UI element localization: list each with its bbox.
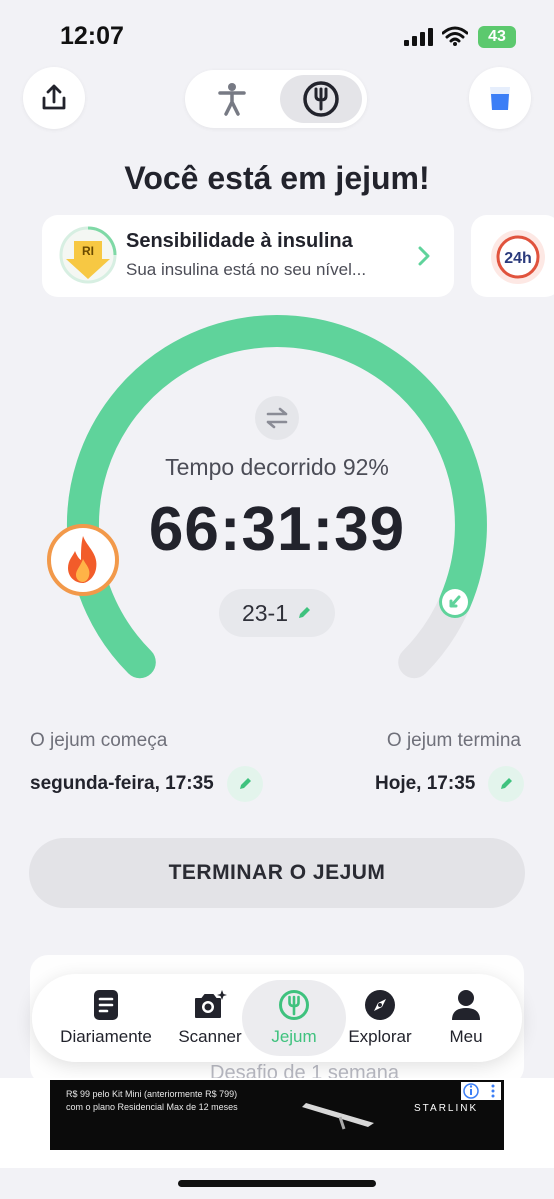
battery-icon: 43	[478, 26, 516, 48]
start-value: segunda-feira, 17:35	[30, 773, 214, 794]
insulin-icon: RI	[59, 226, 117, 284]
tab-label: Meu	[449, 1027, 483, 1046]
swap-icon	[266, 407, 288, 429]
status-time: 12:07	[60, 22, 124, 50]
edit-start-button[interactable]	[227, 766, 263, 802]
wifi-icon	[442, 26, 468, 46]
insight-subtitle: Sua insulina está no seu nível...	[126, 260, 367, 279]
share-button[interactable]	[23, 67, 85, 129]
start-label: O jejum começa	[30, 730, 168, 751]
ad-text: R$ 99 pelo Kit Mini (anteriormente R$ 79…	[66, 1088, 238, 1114]
dish-image	[302, 1103, 374, 1130]
pencil-icon	[501, 778, 512, 789]
tab-explore[interactable]: Explorar	[344, 974, 416, 1062]
chevron-right-icon	[418, 246, 430, 266]
edit-end-button[interactable]	[488, 766, 524, 802]
camera-icon	[195, 990, 227, 1018]
fasting-timer: 66:31:39	[148, 495, 406, 564]
fasting-plan-button[interactable]: 23-1	[219, 589, 335, 637]
share-icon	[42, 84, 66, 110]
ad-info-icon[interactable]	[461, 1082, 501, 1100]
ad-brand: STARLINK	[414, 1103, 479, 1114]
swap-button[interactable]	[255, 396, 299, 440]
fork-icon	[279, 990, 309, 1020]
page-title: Você está em jejum!	[124, 160, 430, 196]
mode-toggle	[185, 70, 367, 128]
person-activity-icon	[218, 83, 246, 116]
ring-end-marker	[442, 589, 468, 615]
tab-label: Jejum	[271, 1027, 317, 1046]
home-indicator	[178, 1180, 376, 1187]
tab-fasting[interactable]: Jejum	[252, 974, 336, 1062]
24h-icon: 24h	[491, 230, 545, 284]
24h-icon-text: 24h	[504, 250, 532, 267]
ad-line-2: com o plano Residencial Max de 12 meses	[66, 1102, 238, 1112]
end-value: Hoje, 17:35	[375, 773, 476, 794]
tab-activity[interactable]	[191, 75, 273, 123]
end-label: O jejum termina	[386, 730, 521, 751]
battery-level: 43	[488, 28, 506, 45]
elapsed-label: Tempo decorrido 92%	[165, 454, 389, 480]
journal-icon	[94, 990, 118, 1020]
compass-icon	[365, 990, 395, 1020]
insight-title: Sensibilidade à insulina	[126, 230, 353, 252]
water-glass-icon	[490, 87, 510, 110]
tab-label: Diariamente	[60, 1027, 152, 1046]
water-button[interactable]	[469, 67, 531, 129]
pencil-icon	[299, 607, 311, 618]
ad-line-1: R$ 99 pelo Kit Mini (anteriormente R$ 79…	[66, 1089, 238, 1099]
person-icon	[452, 990, 480, 1020]
end-fast-button[interactable]: TERMINAR O JEJUM	[29, 838, 525, 908]
insulin-icon-text: RI	[82, 244, 94, 258]
tab-me[interactable]: Meu	[436, 974, 496, 1062]
tab-label: Explorar	[348, 1027, 412, 1046]
pencil-icon	[240, 778, 251, 789]
tab-scanner[interactable]: Scanner	[172, 974, 248, 1062]
tab-fasting[interactable]	[280, 75, 362, 123]
signal-icon	[404, 28, 433, 46]
tab-label: Scanner	[178, 1027, 242, 1046]
fork-plate-icon	[303, 81, 339, 117]
tab-daily[interactable]: Diariamente	[52, 974, 160, 1062]
fasting-plan: 23-1	[241, 599, 289, 626]
